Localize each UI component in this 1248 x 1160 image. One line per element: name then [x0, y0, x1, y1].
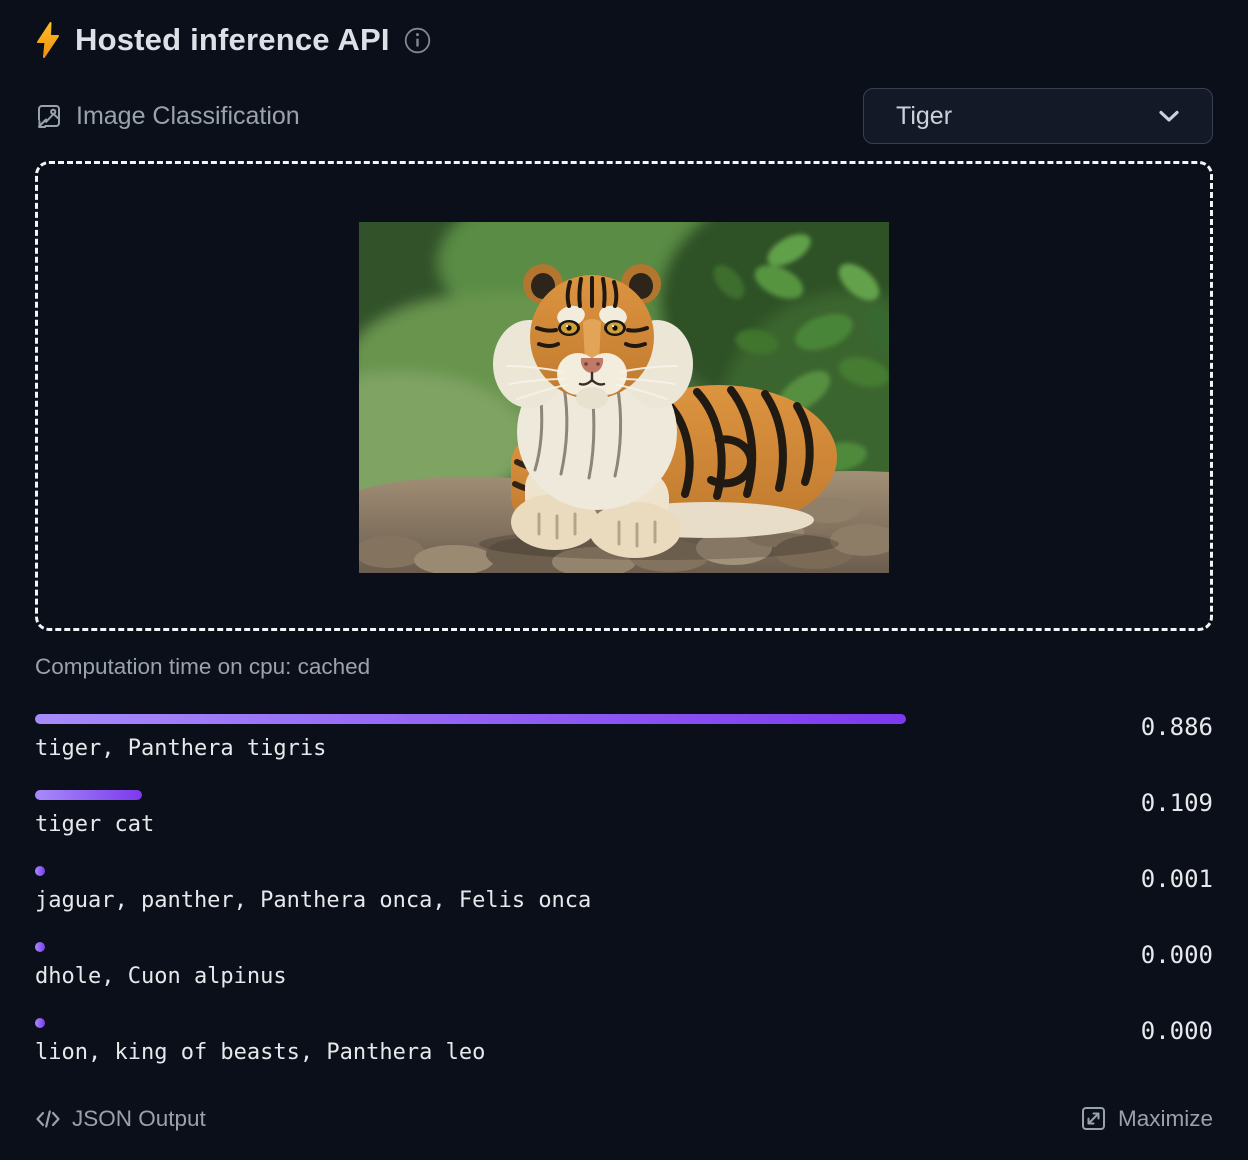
result-label: tiger, Panthera tigris [35, 735, 1019, 763]
info-icon[interactable] [404, 27, 431, 54]
maximize-button[interactable]: Maximize [1081, 1106, 1213, 1132]
image-classification-icon [35, 102, 63, 130]
result-label: lion, king of beasts, Panthera leo [35, 1039, 1019, 1067]
result-score: 0.000 [1141, 941, 1213, 969]
score-bar [35, 790, 142, 800]
maximize-label: Maximize [1118, 1106, 1213, 1132]
score-bar [35, 714, 906, 724]
results-list: tiger, Panthera tigris 0.886 tiger cat 0… [35, 714, 1213, 1067]
result-row: lion, king of beasts, Panthera leo 0.000 [35, 1018, 1213, 1067]
chevron-down-icon [1156, 103, 1182, 129]
inference-widget: Hosted inference API Image Classificatio… [0, 0, 1248, 1132]
code-icon [35, 1106, 61, 1132]
result-label: tiger cat [35, 811, 1019, 839]
task-row: Image Classification Tiger [35, 88, 1213, 144]
result-label: jaguar, panther, Panthera onca, Felis on… [35, 887, 1019, 915]
json-output-label: JSON Output [72, 1106, 206, 1132]
score-bar [35, 1018, 45, 1028]
result-label: dhole, Cuon alpinus [35, 963, 1019, 991]
json-output-button[interactable]: JSON Output [35, 1106, 206, 1132]
page-title: Hosted inference API [75, 22, 390, 58]
result-score: 0.000 [1141, 1017, 1213, 1045]
widget-footer: JSON Output Maximize [35, 1106, 1213, 1132]
task-link[interactable]: Image Classification [35, 102, 300, 131]
score-bar [35, 942, 45, 952]
result-score: 0.109 [1141, 789, 1213, 817]
lightning-icon [35, 22, 63, 58]
computation-time: Computation time on cpu: cached [35, 654, 1213, 680]
score-bar [35, 866, 45, 876]
result-score: 0.001 [1141, 865, 1213, 893]
example-dropdown[interactable]: Tiger [863, 88, 1213, 144]
result-row: jaguar, panther, Panthera onca, Felis on… [35, 866, 1213, 915]
tiger-image [359, 222, 889, 573]
task-label: Image Classification [76, 102, 300, 131]
result-score: 0.886 [1141, 713, 1213, 741]
widget-header: Hosted inference API [35, 22, 1213, 58]
result-row: tiger cat 0.109 [35, 790, 1213, 839]
example-dropdown-value: Tiger [896, 102, 952, 131]
result-row: dhole, Cuon alpinus 0.000 [35, 942, 1213, 991]
image-dropzone[interactable] [35, 161, 1213, 631]
result-row: tiger, Panthera tigris 0.886 [35, 714, 1213, 763]
maximize-icon [1081, 1106, 1107, 1132]
